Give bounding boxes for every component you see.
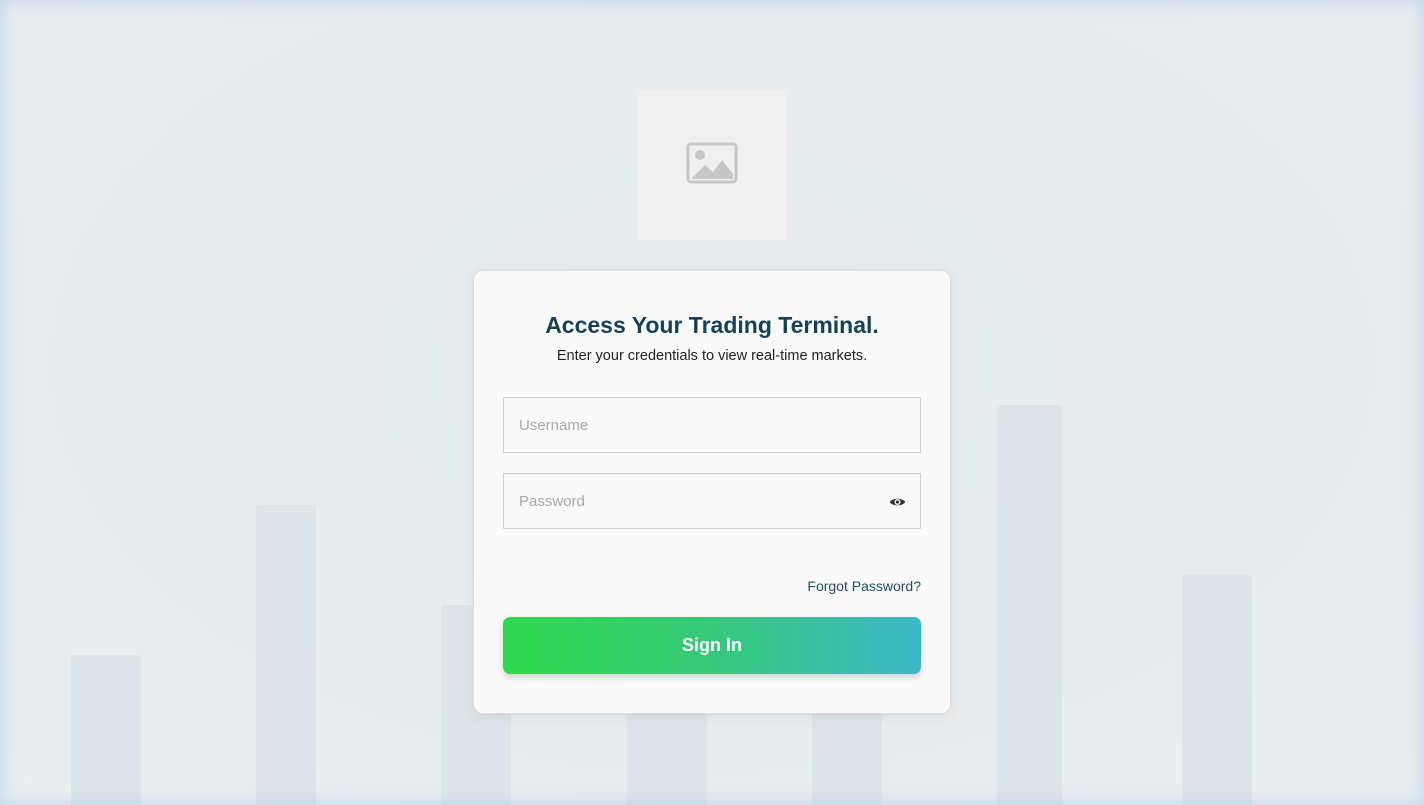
login-title: Access Your Trading Terminal. [545,312,879,338]
background-bar [71,655,141,805]
password-input[interactable] [504,474,920,528]
eye-icon[interactable] [889,494,906,510]
image-placeholder-icon [686,142,738,189]
username-input[interactable] [504,398,920,452]
sign-in-button[interactable]: Sign In [503,617,921,674]
login-card: Access Your Trading Terminal. Enter your… [473,270,951,714]
background-bar [1182,575,1252,805]
forgot-password-link[interactable]: Forgot Password? [807,578,921,594]
username-field [503,397,921,453]
background-bar [256,505,316,805]
login-subtitle: Enter your credentials to view real-time… [556,348,868,364]
background-bar [997,405,1062,805]
logo-placeholder [637,90,787,240]
password-field [503,473,921,529]
